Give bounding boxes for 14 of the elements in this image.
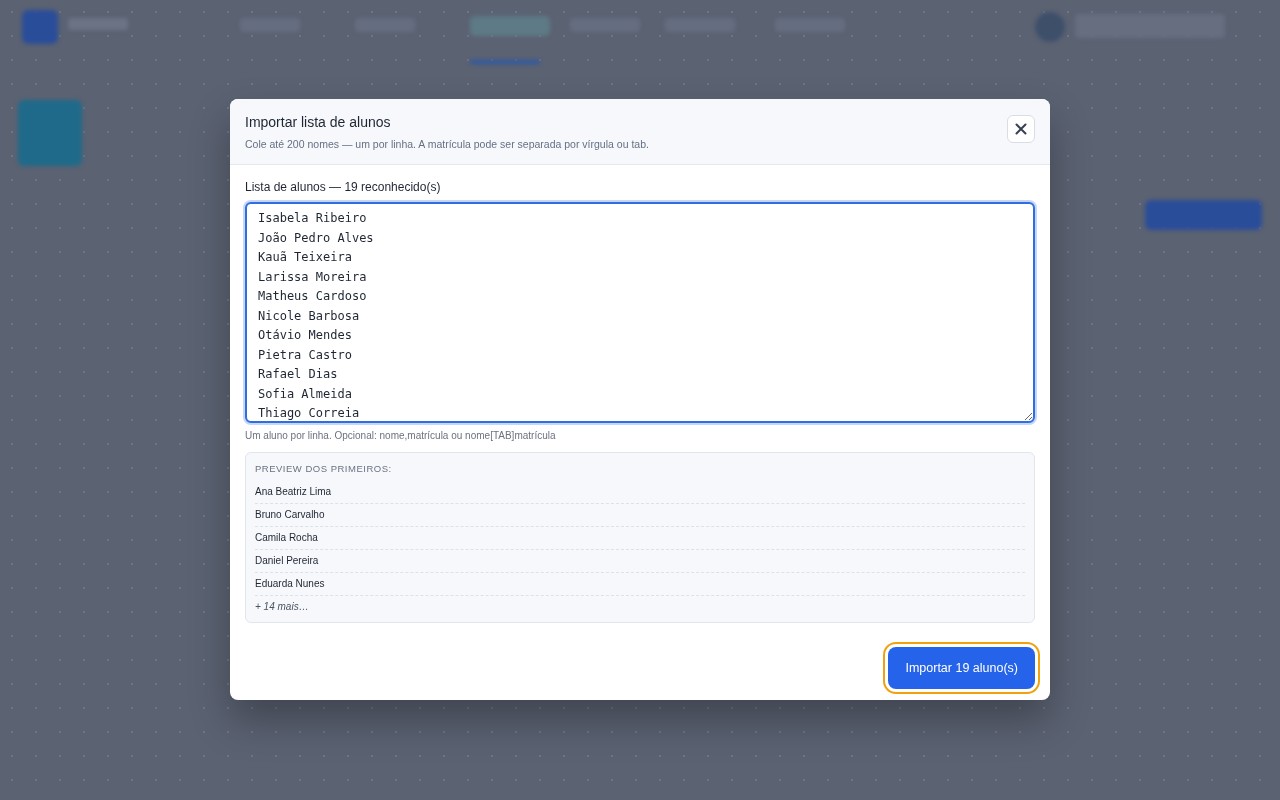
preview-item: Camila Rocha (255, 527, 1025, 550)
preview-item: Bruno Carvalho (255, 504, 1025, 527)
dialog-subtitle: Cole até 200 nomes — um por linha. A matrícula pode ser separada por vírgula ou tab. (245, 138, 649, 150)
preview-item: Ana Beatriz Lima (255, 481, 1025, 504)
preview-item: Eduarda Nunes (255, 573, 1025, 596)
field-label: Lista de alunos — 19 reconhecido(s) (245, 180, 442, 194)
more-count: + 14 mais… (255, 600, 310, 612)
dialog-title: Importar lista de alunos (245, 114, 392, 130)
close-icon (1015, 123, 1027, 135)
preview-title: PREVIEW DOS PRIMEIROS: (255, 463, 393, 474)
names-field[interactable]: Isabela Ribeiro João Pedro Alves Kauã Teixeira Larissa Moreira Matheus Cardoso Nicole Barbosa Otávio Mendes Pietra Castro Rafael Dias Sofia Almeida Thiago Correia (245, 202, 1035, 423)
preview-item: Daniel Pereira (255, 550, 1025, 573)
field-hint: Um aluno por linha. Opcional: nome,matrícula ou nome[TAB]matrícula (245, 430, 557, 441)
close-button[interactable] (1007, 115, 1035, 143)
